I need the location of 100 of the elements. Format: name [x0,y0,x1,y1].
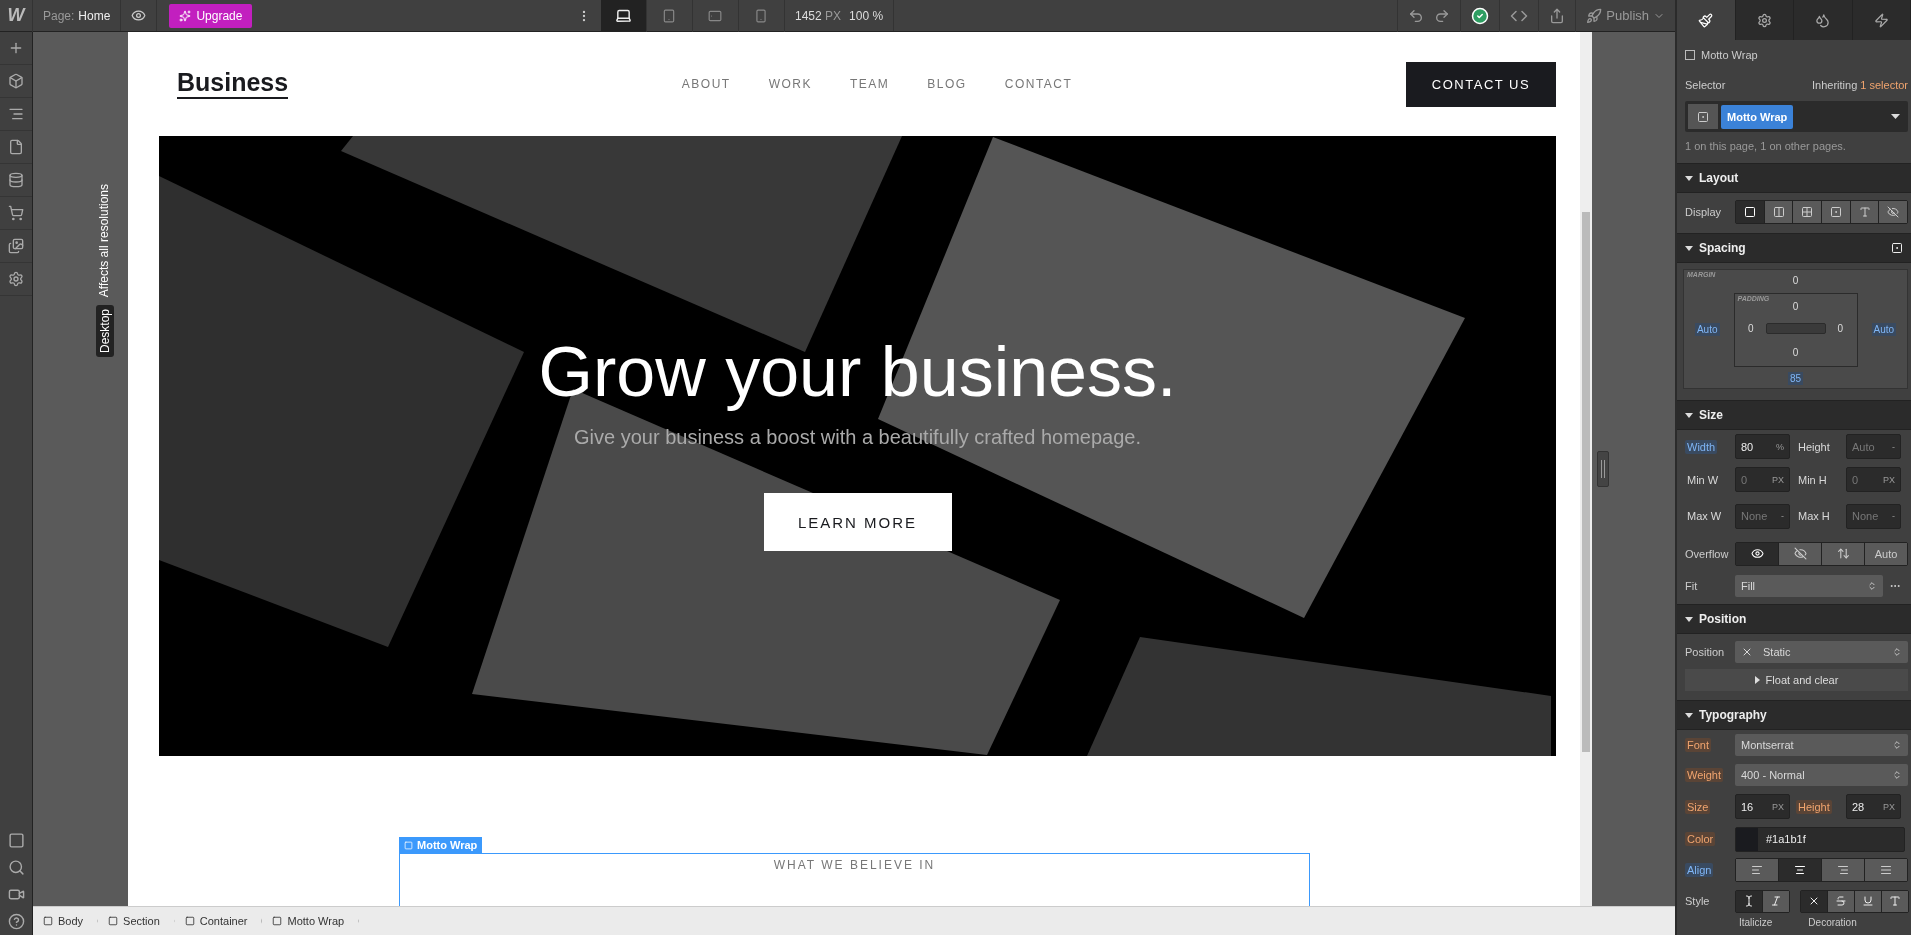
check-circle-icon [1471,6,1490,25]
eye-icon [1750,547,1764,560]
decoration-option[interactable] [1801,890,1827,912]
decoration-option[interactable] [1828,890,1854,912]
breadcrumb[interactable]: Body [33,906,99,935]
text-icon [1858,205,1871,218]
spacing-value[interactable]: 0 [1790,300,1801,313]
selector-button[interactable] [1688,104,1718,129]
font-select[interactable]: 400 - Normal [1735,764,1908,786]
learn-more-button[interactable]: LEARN MORE [763,493,952,551]
italic-option[interactable] [1736,890,1762,912]
square-icon [7,832,25,849]
property-label: Position [1685,645,1725,658]
property-label: Min H [1797,472,1828,487]
redo-icon [1434,7,1451,24]
number-field[interactable]: 0 PX [1735,467,1790,492]
display-option[interactable] [1879,200,1908,223]
number-field[interactable]: 0 PX [1846,467,1901,492]
property-label: Align [1685,863,1714,877]
grid-icon [1801,205,1814,218]
italic-option[interactable] [1763,890,1789,912]
color-field[interactable]: #1a1b1f [1735,826,1905,852]
overflow-option[interactable]: Auto [1865,542,1907,565]
resize-handle[interactable] [1597,451,1609,487]
fit-select[interactable]: Fill [1735,575,1883,597]
number-field[interactable]: None - [1735,503,1790,529]
number-field[interactable]: 16 PX [1735,794,1790,819]
property-label: Height [1797,439,1831,454]
nav-link[interactable]: CONTACT [1004,77,1073,91]
scrollbar[interactable] [1580,32,1592,906]
number-field[interactable]: 28 PX [1846,794,1901,819]
decoration-option[interactable] [1855,890,1881,912]
section-header[interactable]: Typography [1677,700,1911,730]
font-select[interactable]: Montserrat [1735,734,1908,756]
spacing-value[interactable]: 0 [1835,322,1846,336]
nav-link[interactable]: ABOUT [681,77,731,91]
class-chip[interactable]: Motto Wrap [1721,104,1794,129]
panel-tab[interactable] [1677,0,1736,40]
nav-link[interactable]: TEAM [850,77,890,91]
overflow-option[interactable] [1779,542,1821,565]
page-name[interactable]: Home [78,8,111,23]
property-label: Max H [1797,509,1831,523]
spacing-value[interactable]: 0 [1745,322,1756,336]
inline-block-icon [1829,205,1842,218]
selector-label: Selector [1685,79,1726,91]
spacing-value[interactable]: 0 [1790,346,1801,359]
spacing-icon [1891,242,1903,254]
tablet-icon [662,8,677,23]
scroll-icon [1836,547,1850,560]
align-option[interactable] [1865,859,1907,881]
selector-field[interactable]: Motto Wrap [1685,101,1908,132]
float-clear-button[interactable]: Float and clear [1685,669,1908,691]
number-field[interactable]: 80 % [1735,434,1790,459]
breadcrumb[interactable]: Section [98,906,175,935]
inheriting-link[interactable]: 1 selector [1860,79,1908,91]
section-header[interactable]: Spacing [1677,233,1911,263]
display-option[interactable] [1822,200,1850,223]
images-icon [8,238,24,254]
nav-link[interactable]: WORK [768,77,812,91]
device-button[interactable] [600,0,647,32]
site-logo[interactable]: Business [177,69,289,99]
property-label: Weight [1685,768,1724,782]
settings-icon [1756,12,1772,28]
number-field[interactable]: Auto - [1846,434,1901,459]
overflow-option[interactable] [1736,542,1778,565]
position-select[interactable]: Static [1735,640,1908,663]
columns-icon [1772,205,1785,218]
eye-off-icon [1793,547,1807,560]
overflow-option[interactable] [1822,542,1864,565]
section-header[interactable]: Layout [1677,163,1911,193]
number-field[interactable]: None - [1846,503,1901,529]
close-icon [1808,895,1820,907]
spacing-value[interactable]: 85 [1787,371,1804,385]
contact-button[interactable]: CONTACT US [1406,61,1556,107]
overline-icon [1889,895,1901,907]
block-icon [1743,205,1756,218]
section-header[interactable]: Size [1677,400,1911,430]
selection-tag[interactable]: Motto Wrap [399,837,483,853]
updown-icon [1892,646,1902,657]
breadcrumb[interactable]: Container [174,906,263,935]
display-option[interactable] [1793,200,1821,223]
page-icon [8,139,24,155]
spacing-value[interactable]: Auto [1694,323,1720,337]
spacing-value[interactable]: Auto [1871,323,1897,337]
spacing-value[interactable]: 0 [1790,274,1801,288]
eye-icon [131,8,147,23]
property-label: Fit [1685,580,1698,592]
decoration-option[interactable] [1882,890,1908,912]
section-header[interactable]: Position [1677,604,1911,634]
help-icon [7,913,25,930]
display-option[interactable] [1764,200,1793,223]
square-icon [184,916,195,926]
upgrade-button[interactable]: Upgrade [169,3,253,28]
element-icon [1697,110,1709,123]
updown-icon [1892,740,1902,750]
laptop-icon [614,7,632,24]
align-option[interactable] [1779,859,1821,881]
display-option[interactable] [1736,200,1764,223]
breadcrumb[interactable]: Motto Wrap [262,906,360,935]
nav-link[interactable]: BLOG [927,77,967,91]
